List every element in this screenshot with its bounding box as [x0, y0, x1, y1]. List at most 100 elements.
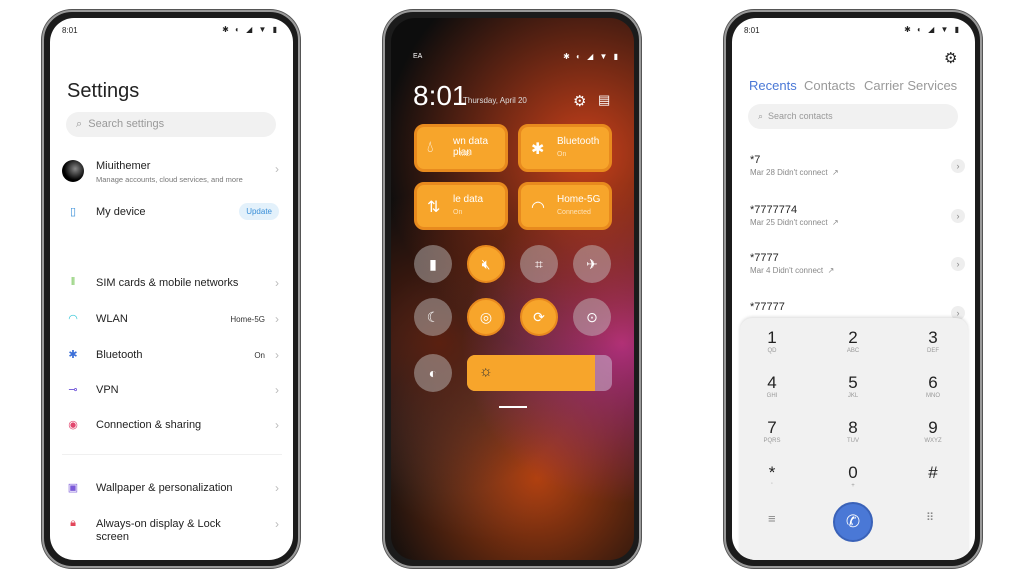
search-icon: ⌕ [76, 118, 89, 130]
status-time: 8:01 [744, 26, 760, 35]
settings-item[interactable]: 🔒︎ Always-on display & Lock screen › [50, 515, 293, 545]
toggle-button[interactable]: ⊙ [573, 298, 611, 336]
menu-icon[interactable]: ≡ [768, 511, 776, 526]
toggle-button[interactable]: ◐ [414, 354, 452, 392]
key-digit: 9 [928, 418, 938, 437]
airplane-icon: ✈ [586, 256, 598, 272]
chevron-right-icon: › [275, 383, 279, 397]
account-name: Miuithemer [96, 160, 151, 172]
toggle-button[interactable]: ▮ [414, 245, 452, 283]
call-button[interactable]: ✆ [833, 502, 873, 542]
toggle-button[interactable]: ☾ [414, 298, 452, 336]
chevron-right-icon: › [275, 348, 279, 362]
call-status: Mar 25 Didn't connect [750, 218, 828, 227]
location-icon: ◎ [479, 309, 493, 325]
tab-recents[interactable]: Recents [749, 78, 797, 93]
search-input[interactable]: ⌕ Search settings [66, 112, 276, 137]
dial-key[interactable]: 2 ABC [828, 328, 878, 354]
key-letters: TUV [847, 438, 859, 444]
clock: 8:01 [413, 80, 468, 111]
tab-carrier-services[interactable]: Carrier Services [864, 78, 957, 93]
toggle-button[interactable]: ⟳ [520, 298, 558, 336]
item-label: WLAN [96, 313, 128, 325]
key-letters: JKL [847, 393, 859, 399]
tab-contacts[interactable]: Contacts [804, 78, 855, 93]
quick-tile[interactable]: ⇅ le data On [414, 182, 508, 230]
item-value: Home-5G [230, 315, 265, 324]
key-letters: PQRS [763, 438, 781, 444]
dial-key[interactable]: 3 DEF [908, 328, 958, 354]
key-letters: WXYZ [924, 438, 942, 444]
key-digit: 5 [848, 373, 858, 392]
brightness-slider[interactable]: ☼ [467, 355, 612, 391]
recent-call[interactable]: *7777 Mar 4 Didn't connect ↗ › [750, 252, 965, 282]
dial-key[interactable]: 1 QD [747, 328, 797, 354]
drop-icon: 💧︎ [427, 139, 434, 156]
recent-call[interactable]: *7777774 Mar 25 Didn't connect ↗ › [750, 204, 965, 234]
key-letters: MNO [926, 393, 940, 399]
mobile-data-icon: ⇅ [427, 199, 441, 216]
dial-key[interactable]: 7 PQRS [747, 418, 797, 444]
dial-key[interactable]: 4 GHI [747, 373, 797, 399]
settings-item[interactable]: ǁ SIM cards & mobile networks › [50, 274, 293, 294]
call-status: Mar 28 Didn't connect [750, 168, 828, 177]
chevron-right-icon[interactable]: › [951, 209, 965, 223]
toggle-button[interactable]: ◎ [467, 298, 505, 336]
keypad-icon[interactable]: ⠿ [926, 511, 934, 524]
dial-key[interactable]: * ' [747, 463, 797, 489]
item-label: VPN [96, 384, 119, 396]
dial-key[interactable]: 0 + [828, 463, 878, 489]
settings-item[interactable]: ✱ Bluetooth On › [50, 346, 293, 366]
account-sub: Manage accounts, cloud services, and mor… [96, 175, 243, 184]
dial-key[interactable]: # [908, 463, 958, 483]
dial-key[interactable]: 5 JKL [828, 373, 878, 399]
settings-item[interactable]: ⊸ VPN › [50, 381, 293, 401]
bluetooth-icon: ✱ [531, 141, 545, 158]
toggle-button[interactable]: ✈ [573, 245, 611, 283]
key-digit: 6 [928, 373, 938, 392]
lock-icon: 🔒︎ [70, 517, 76, 529]
status-time: 8:01 [62, 26, 78, 35]
chevron-right-icon: › [275, 418, 279, 432]
key-letters: GHI [766, 393, 778, 399]
tile-title: Bluetooth [557, 136, 600, 147]
bluetooth-icon: ✱ [68, 349, 78, 361]
settings-item[interactable]: ◠ WLAN Home-5G › [50, 310, 293, 330]
dial-key[interactable]: 9 WXYZ [908, 418, 958, 444]
quick-tile[interactable]: ◠ Home-5G Connected [518, 182, 612, 230]
recent-call[interactable]: *7 Mar 28 Didn't connect ↗ › [750, 154, 965, 184]
carrier-label: EA [413, 53, 423, 60]
auto-brightness-icon: ◐ [428, 365, 438, 381]
my-device-row[interactable]: ▯ My device Update [50, 203, 293, 223]
update-badge[interactable]: Update [239, 203, 279, 220]
chevron-right-icon[interactable]: › [951, 257, 965, 271]
dial-key[interactable]: 6 MNO [908, 373, 958, 399]
key-digit: 3 [928, 328, 938, 347]
tile-title: le data [453, 194, 484, 205]
notes-icon[interactable]: ▤ [598, 92, 610, 108]
dial-key[interactable]: 8 TUV [828, 418, 878, 444]
chevron-right-icon[interactable]: › [951, 159, 965, 173]
wallpaper-icon: ▣ [67, 482, 79, 494]
toggle-button[interactable]: ⌗ [520, 245, 558, 283]
key-letters: + [851, 483, 855, 489]
gear-icon[interactable]: ⚙ [573, 92, 586, 110]
toggle-button[interactable]: 🔇︎ [467, 245, 505, 283]
account-row[interactable]: Miuithemer Manage accounts, cloud servic… [50, 160, 293, 190]
sim-icon: ǁ [70, 276, 76, 288]
item-value: On [254, 351, 265, 360]
chevron-right-icon: › [275, 312, 279, 326]
phone-dialer: 8:01 ✱ ◐ ◢ ▼ ▮ ⚙ Recents Contacts Carrie… [724, 10, 982, 568]
settings-item[interactable]: ◉ Connection & sharing › [50, 416, 293, 436]
quick-tile[interactable]: ✱ Bluetooth On [518, 124, 612, 172]
home-handle[interactable] [499, 406, 527, 408]
search-placeholder: Search settings [88, 118, 165, 130]
control-center-screen: EA ✱ ◐ ◢ ▼ ▮ 8:01 Thursday, April 20 ⚙ ▤… [391, 18, 634, 560]
key-digit: 8 [848, 418, 858, 437]
search-contacts-input[interactable]: ⌕ Search contacts [748, 104, 958, 129]
search-icon: ⌕ [758, 111, 769, 121]
tile-sub: On [557, 151, 567, 158]
settings-item[interactable]: ▣ Wallpaper & personalization › [50, 479, 293, 499]
settings-icon[interactable]: ⚙ [944, 49, 957, 67]
quick-tile[interactable]: 💧︎ wn data plan -- MB [414, 124, 508, 172]
